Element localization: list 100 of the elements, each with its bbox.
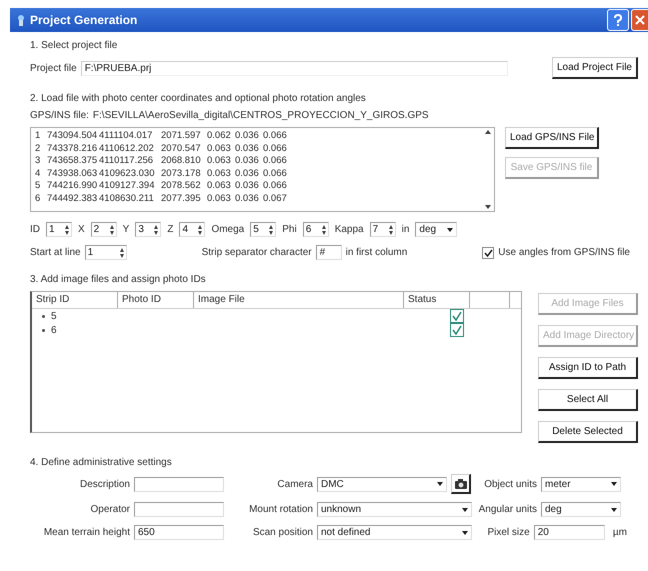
list-value: 0.066	[263, 168, 288, 180]
field-label: Project file	[30, 62, 77, 74]
list-value: 4108630.211	[99, 192, 155, 205]
app-icon	[16, 14, 26, 26]
field-label: Scan position	[252, 527, 313, 538]
field-label: Angular units	[478, 504, 537, 515]
dropdown[interactable]: DMC	[317, 476, 447, 492]
list-value: 0.036	[235, 130, 260, 142]
dropdown[interactable]: meter	[541, 476, 621, 492]
spin-box[interactable]: 7	[370, 222, 396, 237]
spin-box[interactable]: 2	[90, 222, 117, 237]
list-value: 743658.375	[47, 155, 98, 168]
dropdown[interactable]: unknown	[317, 502, 472, 517]
list-value: 4111104.017	[99, 130, 154, 142]
list-value: 2073.178	[161, 168, 202, 180]
field-label: Omega	[211, 224, 244, 235]
spin-box[interactable]: 1	[46, 222, 72, 237]
list-value: 0.036	[235, 155, 260, 168]
column-header[interactable]: Image File	[194, 292, 404, 308]
field-label: Phi	[282, 224, 297, 235]
field-label: Z	[167, 224, 174, 235]
list-value: 744492.383	[47, 192, 98, 205]
help-icon[interactable]	[607, 9, 629, 31]
list-value: 0.066	[263, 155, 288, 168]
list-value: 0.066	[263, 142, 288, 155]
list-value: 0.063	[207, 180, 232, 192]
tree-node-icon	[42, 328, 45, 332]
list-value: 0.036	[235, 168, 260, 180]
scroll-down-icon[interactable]	[485, 205, 491, 209]
dropdown[interactable]: not defined	[317, 525, 472, 540]
tree-node-icon	[42, 314, 45, 318]
list-value: 4110612.202	[99, 142, 155, 155]
load-button[interactable]: Load Project File	[552, 57, 638, 79]
field-label: X	[78, 224, 85, 235]
field-label: ID	[30, 224, 40, 235]
action-button[interactable]: Select All	[538, 389, 638, 411]
load-button[interactable]: Load GPS/INS File	[505, 127, 599, 149]
dropdown[interactable]: deg	[541, 502, 621, 517]
column-header[interactable]: Photo ID	[118, 292, 194, 308]
unit-label: µm	[612, 527, 627, 538]
table-cell: 6	[51, 324, 57, 336]
input-field[interactable]	[134, 502, 224, 517]
section-heading: 3. Add image files and assign photo IDs	[30, 274, 207, 285]
field-label: Start at line	[30, 247, 81, 258]
action-button[interactable]: Assign ID to Path	[538, 357, 638, 379]
list-value: 0.066	[263, 130, 288, 142]
list-value: 0.067	[263, 192, 288, 205]
data-list[interactable]	[30, 127, 495, 212]
line-number: 2	[35, 142, 42, 155]
list-value: 0.063	[207, 168, 232, 180]
list-value: 743094.504	[47, 130, 98, 142]
input-field[interactable]: 650	[134, 525, 224, 540]
list-value: 4109623.030	[99, 168, 156, 180]
list-value: 743378.216	[47, 142, 98, 155]
checkbox-label: Use angles from GPS/INS file	[498, 247, 630, 258]
action-button[interactable]: Delete Selected	[538, 421, 638, 443]
checkbox[interactable]	[482, 246, 494, 258]
list-value: 0.036	[235, 180, 260, 192]
list-value: 4110117.256	[99, 155, 154, 168]
list-value: 743938.063	[47, 168, 98, 180]
spin-box[interactable]: 4	[179, 222, 206, 237]
camera-button[interactable]	[451, 474, 471, 494]
line-number: 6	[35, 192, 42, 205]
input-field[interactable]: 20	[534, 525, 605, 540]
input-field[interactable]: #	[316, 245, 342, 260]
input-field[interactable]	[134, 476, 224, 492]
window-title: Project Generation	[30, 13, 138, 27]
column-header[interactable]: Strip ID	[32, 292, 118, 308]
list-value: 0.062	[207, 130, 232, 142]
list-value: 2070.547	[161, 142, 202, 155]
list-value: 744216.990	[47, 180, 98, 192]
file-path: F:\SEVILLA\AeroSevilla_digital\CENTROS_PROYECCION_Y_GIROS.GPS	[92, 110, 429, 121]
field-label: Mount rotation	[248, 504, 313, 515]
camera-icon	[454, 478, 468, 490]
list-value: 0.063	[207, 192, 232, 205]
field-label: Pixel size	[486, 527, 530, 538]
spin-box[interactable]: 3	[135, 222, 162, 237]
field-label: Strip separator character	[202, 247, 312, 258]
line-number: 1	[35, 130, 42, 142]
section-heading: 1. Select project file	[30, 40, 118, 51]
list-value: 2068.810	[161, 155, 202, 168]
section-heading: 4. Define administrative settings	[30, 457, 173, 468]
column-header[interactable]: Status	[404, 292, 470, 308]
field-label: in first column	[346, 247, 408, 258]
spin-box[interactable]: 6	[302, 222, 329, 237]
scroll-up-icon[interactable]	[485, 130, 491, 134]
table-cell: 5	[51, 310, 57, 322]
spin-box[interactable]: 1	[84, 245, 127, 260]
list-value: 0.036	[235, 192, 260, 205]
spin-box[interactable]: 5	[250, 222, 276, 237]
list-value: 2078.562	[161, 180, 202, 192]
close-icon[interactable]	[631, 9, 648, 31]
list-value: 0.036	[235, 142, 260, 155]
field-label: Operator	[90, 504, 130, 515]
line-number: 5	[35, 180, 42, 192]
field-label: Mean terrain height	[42, 527, 130, 538]
input-field[interactable]: F:\PRUEBA.prj	[80, 60, 508, 76]
dropdown[interactable]: deg	[415, 222, 458, 237]
list-value: 4109127.394	[99, 180, 156, 192]
line-number: 4	[35, 168, 42, 180]
